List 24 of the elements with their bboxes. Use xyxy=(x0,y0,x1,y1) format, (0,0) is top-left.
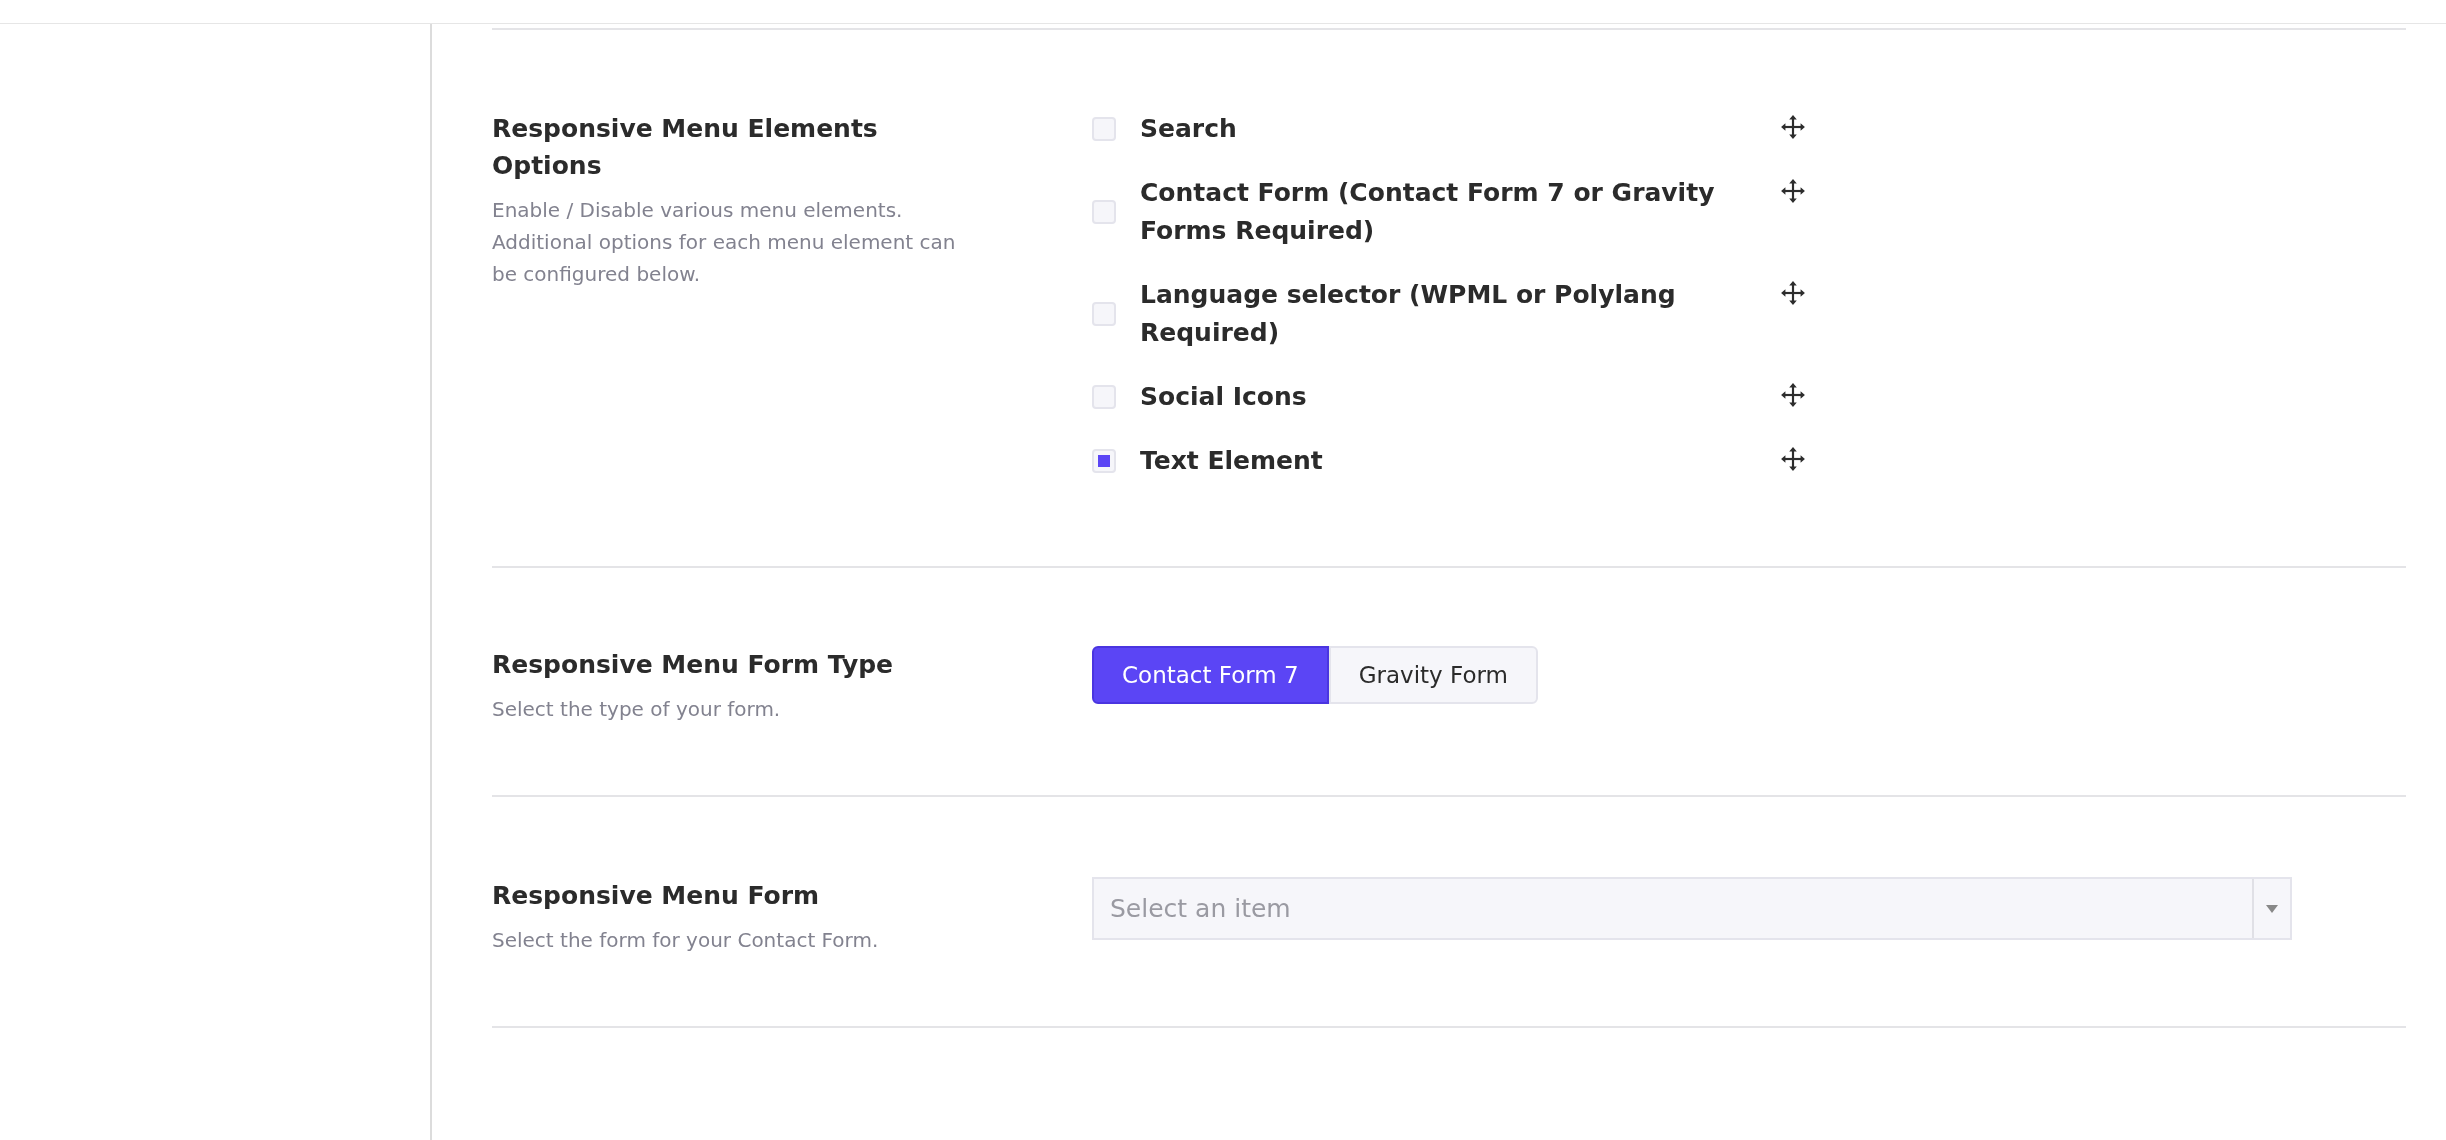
checkbox-label: Contact Form (Contact Form 7 or Gravity Forms Required) xyxy=(1140,177,1716,247)
move-icon[interactable] xyxy=(1780,178,1806,204)
checkbox[interactable] xyxy=(1092,302,1116,326)
move-icon[interactable] xyxy=(1780,446,1806,472)
section-description: Select the form for your Contact Form. xyxy=(492,927,880,954)
form-type-option[interactable]: Gravity Form xyxy=(1328,646,1538,704)
checkbox-label: Language selector (WPML or Polylang Required) xyxy=(1140,279,1677,349)
checkbox[interactable] xyxy=(1092,200,1116,224)
section-description: Enable / Disable various menu elements. Additional options for each menu element can be configured below. xyxy=(492,197,957,288)
checkbox-label: Social Icons xyxy=(1140,381,1308,413)
checkbox[interactable] xyxy=(1092,449,1116,473)
section-title: Responsive Menu Form Type xyxy=(492,649,895,681)
move-icon[interactable] xyxy=(1780,280,1806,306)
checkbox-label: Text Element xyxy=(1140,445,1324,477)
checkbox[interactable] xyxy=(1092,385,1116,409)
checkbox[interactable] xyxy=(1092,117,1116,141)
section-title: Responsive Menu Elements Options xyxy=(492,113,879,182)
section-description: Select the type of your form. xyxy=(492,696,782,723)
checkbox-label: Search xyxy=(1140,113,1238,145)
section-title: Responsive Menu Form xyxy=(492,880,821,912)
move-icon[interactable] xyxy=(1780,114,1806,140)
move-icon[interactable] xyxy=(1780,382,1806,408)
caret-icon xyxy=(2266,904,2278,913)
form-type-option[interactable]: Contact Form 7 xyxy=(1092,646,1329,704)
